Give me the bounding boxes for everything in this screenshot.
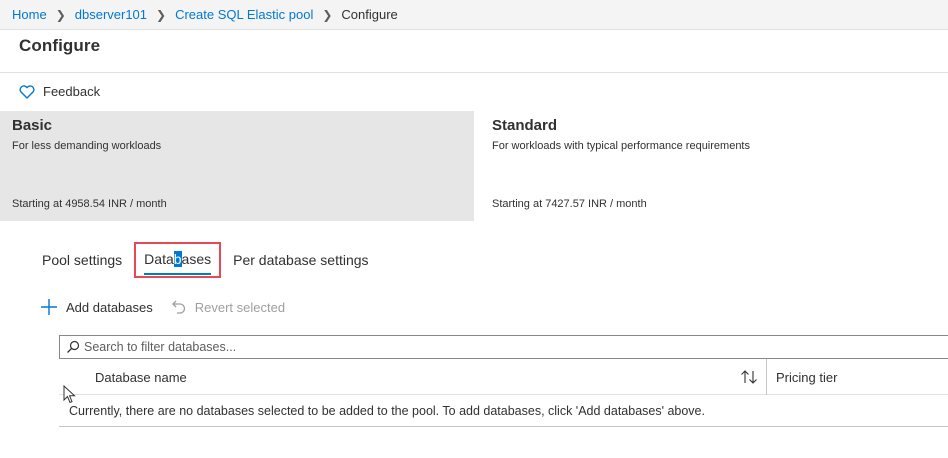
feedback-button[interactable]: Feedback <box>19 84 100 99</box>
divider <box>0 72 948 73</box>
breadcrumb: Home ❯ dbserver101 ❯ Create SQL Elastic … <box>0 0 948 30</box>
mouse-cursor-icon <box>63 385 76 404</box>
tier-description: For less demanding workloads <box>12 140 162 152</box>
tier-card-basic[interactable]: Basic For less demanding workloads Start… <box>0 111 474 221</box>
add-databases-button[interactable]: Add databases <box>40 298 153 316</box>
tier-price: Starting at 4958.54 INR / month <box>12 198 167 210</box>
breadcrumb-home[interactable]: Home <box>12 7 47 22</box>
tier-card-standard[interactable]: Standard For workloads with typical perf… <box>480 111 948 221</box>
tab-label: Per database settings <box>233 252 369 268</box>
page-title: Configure <box>19 36 101 55</box>
add-databases-label: Add databases <box>66 299 153 315</box>
breadcrumb-create-elastic-pool[interactable]: Create SQL Elastic pool <box>175 7 313 22</box>
revert-selected-button[interactable]: Revert selected <box>171 299 285 315</box>
revert-selected-label: Revert selected <box>194 299 286 315</box>
empty-message: Currently, there are no databases select… <box>59 395 948 427</box>
tab-bar: Pool settings Databases Per database set… <box>34 240 377 280</box>
tier-name: Basic <box>12 117 53 134</box>
search-input[interactable]: Search to filter databases... <box>59 335 948 359</box>
column-header-database-name[interactable]: Database name <box>95 370 187 385</box>
feedback-label: Feedback <box>43 84 101 99</box>
chevron-right-icon: ❯ <box>156 7 167 22</box>
breadcrumb-current: Configure <box>341 7 398 22</box>
tab-per-database-settings[interactable]: Per database settings <box>225 242 376 278</box>
databases-grid: Database name Pricing tier Currently, th… <box>59 359 948 427</box>
undo-icon <box>171 300 185 314</box>
tab-pool-settings[interactable]: Pool settings <box>34 242 130 278</box>
chevron-right-icon: ❯ <box>322 7 333 22</box>
sort-icon[interactable] <box>740 370 758 384</box>
tier-price: Starting at 7427.57 INR / month <box>492 198 647 210</box>
tab-label: Pool settings <box>42 252 123 268</box>
tier-name: Standard <box>492 117 558 134</box>
plus-icon <box>41 299 57 315</box>
tier-description: For workloads with typical performance r… <box>492 140 750 152</box>
breadcrumb-dbserver[interactable]: dbserver101 <box>75 7 147 22</box>
search-placeholder: Search to filter databases... <box>84 340 237 354</box>
grid-header: Database name Pricing tier <box>59 359 948 395</box>
column-header-pricing-tier[interactable]: Pricing tier <box>776 370 837 385</box>
chevron-right-icon: ❯ <box>55 7 66 22</box>
heart-icon <box>19 84 35 99</box>
tab-label: Databases <box>144 251 212 275</box>
search-icon <box>67 340 80 353</box>
column-divider[interactable] <box>766 359 767 395</box>
toolbar: Add databases Revert selected <box>40 298 303 316</box>
tab-databases[interactable]: Databases <box>134 242 222 278</box>
text-selection: b <box>173 251 182 267</box>
